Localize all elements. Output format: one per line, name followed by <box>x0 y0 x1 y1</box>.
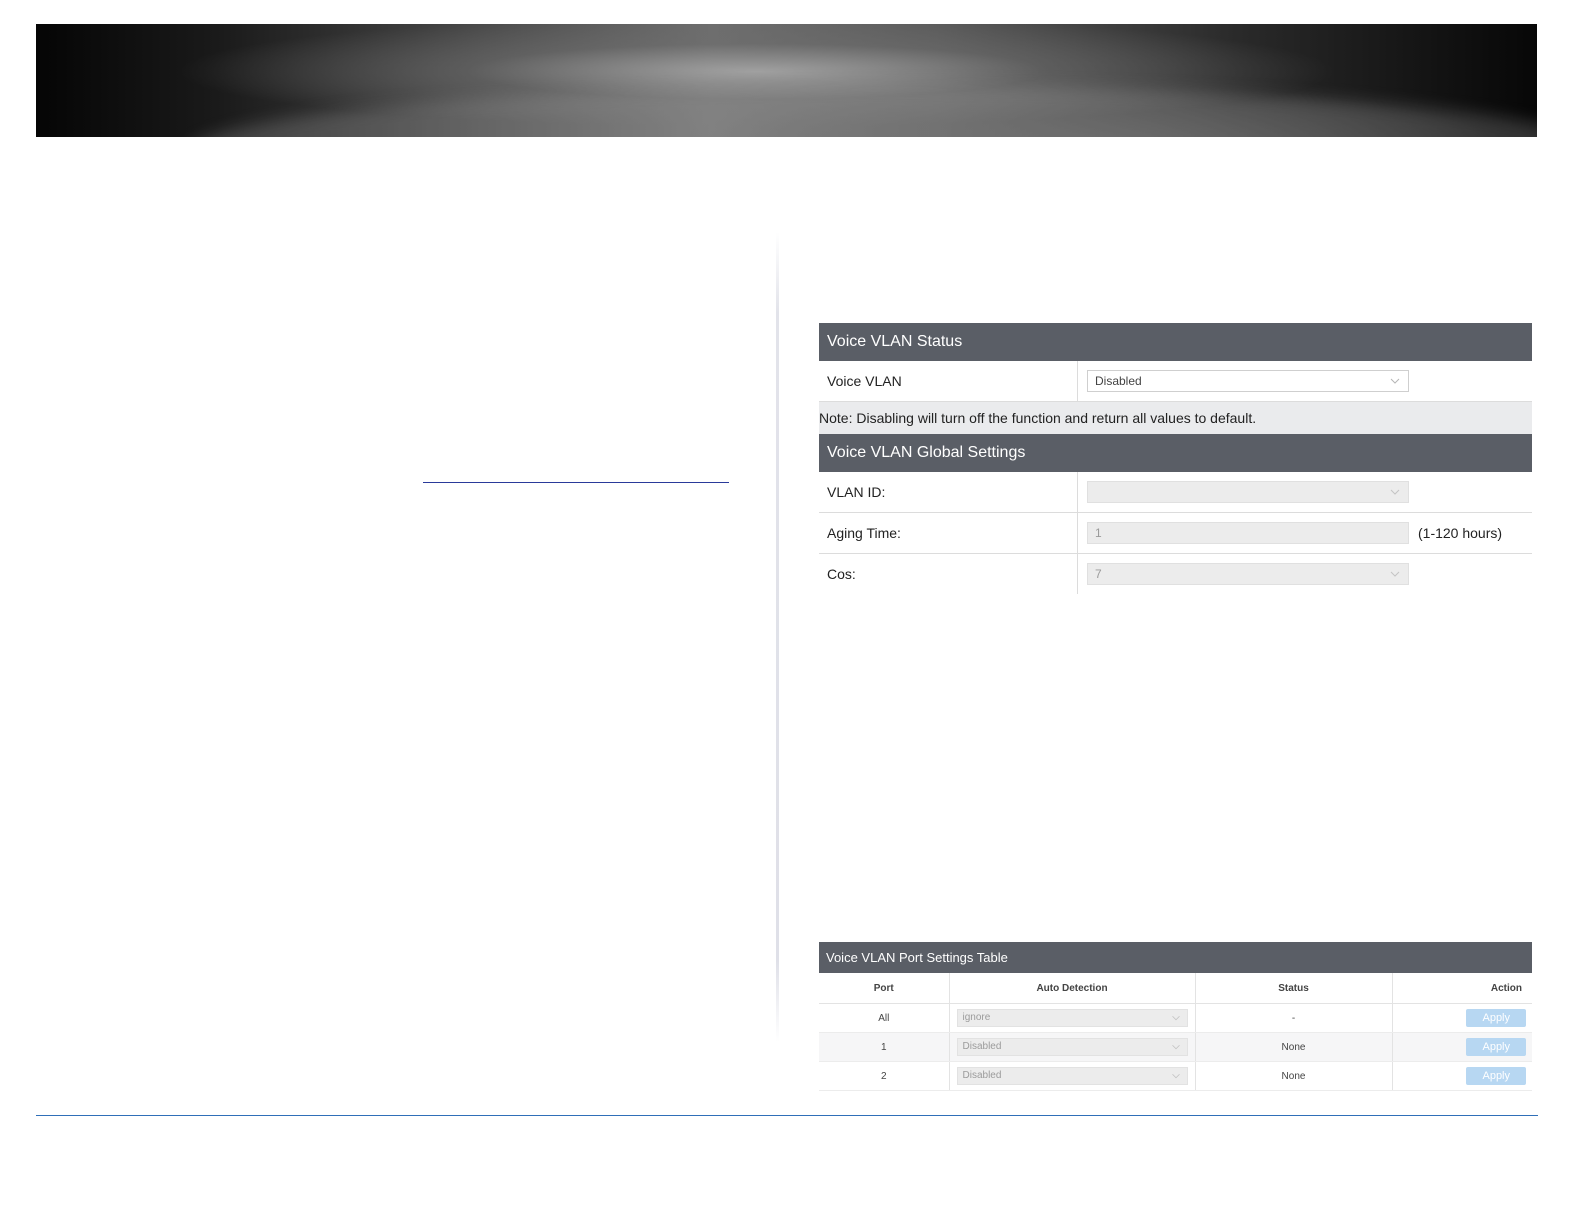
chevron-down-icon <box>1390 571 1400 577</box>
auto-detection-select[interactable]: ignore <box>956 1009 1188 1027</box>
apply-button[interactable]: Apply <box>1466 1038 1527 1056</box>
banner-sheen <box>186 86 1537 137</box>
vlan-id-row: VLAN ID: <box>819 472 1532 513</box>
aging-time-label: Aging Time: <box>827 525 901 541</box>
table-row: 1 Disabled None Apply <box>819 1032 1532 1062</box>
voice-vlan-label: Voice VLAN <box>827 373 902 389</box>
auto-detection-value: Disabled <box>962 1070 1002 1081</box>
port-cell: 2 <box>819 1061 950 1091</box>
vlan-id-label: VLAN ID: <box>827 484 886 500</box>
cos-select-value: 7 <box>1095 567 1102 581</box>
status-cell: None <box>1195 1061 1393 1091</box>
voice-vlan-settings-panel: Voice VLAN Status Voice VLAN Disabled No… <box>819 323 1532 594</box>
action-cell: Apply <box>1392 1032 1532 1062</box>
auto-detection-cell: Disabled <box>949 1032 1196 1062</box>
apply-button[interactable]: Apply <box>1466 1009 1527 1027</box>
auto-detection-cell: Disabled <box>949 1061 1196 1091</box>
column-header-auto-detection: Auto Detection <box>949 973 1196 1004</box>
auto-detection-value: ignore <box>962 1012 991 1023</box>
voice-vlan-select-value: Disabled <box>1095 374 1142 388</box>
row-divider <box>1077 513 1078 553</box>
row-divider <box>1077 472 1078 512</box>
header-banner <box>36 24 1537 137</box>
port-table-header: Voice VLAN Port Settings Table <box>819 942 1532 973</box>
voice-vlan-status-header: Voice VLAN Status <box>819 323 1532 361</box>
status-cell: None <box>1195 1032 1393 1062</box>
auto-detection-select[interactable]: Disabled <box>956 1067 1188 1085</box>
chevron-down-icon <box>1171 1044 1180 1050</box>
status-cell: - <box>1195 1003 1393 1033</box>
action-cell: Apply <box>1392 1003 1532 1033</box>
port-settings-table: Port Auto Detection Status Action All ig… <box>819 973 1532 1091</box>
port-cell: 1 <box>819 1032 950 1062</box>
table-row: All ignore - Apply <box>819 1003 1532 1033</box>
auto-detection-value: Disabled <box>962 1041 1002 1052</box>
column-header-port: Port <box>819 973 950 1004</box>
chevron-down-icon <box>1171 1015 1180 1021</box>
chevron-down-icon <box>1390 489 1400 495</box>
global-settings-header: Voice VLAN Global Settings <box>819 434 1532 472</box>
auto-detection-cell: ignore <box>949 1003 1196 1033</box>
cos-select[interactable]: 7 <box>1087 563 1409 585</box>
hyperlink-underline[interactable] <box>423 482 729 483</box>
apply-button[interactable]: Apply <box>1466 1067 1527 1085</box>
chevron-down-icon <box>1390 378 1400 384</box>
row-divider <box>1077 554 1078 594</box>
voice-vlan-row: Voice VLAN Disabled <box>819 361 1532 402</box>
table-header-row: Port Auto Detection Status Action <box>819 973 1532 1004</box>
column-divider <box>776 232 779 1042</box>
port-cell: All <box>819 1003 950 1033</box>
aging-time-input[interactable]: 1 <box>1087 522 1409 544</box>
vlan-id-select[interactable] <box>1087 481 1409 503</box>
port-settings-table-panel: Voice VLAN Port Settings Table Port Auto… <box>819 942 1532 1091</box>
aging-time-row: Aging Time: 1 (1-120 hours) <box>819 513 1532 554</box>
cos-label: Cos: <box>827 566 856 582</box>
disable-note: Note: Disabling will turn off the functi… <box>819 402 1532 434</box>
footer-rule <box>36 1115 1538 1116</box>
column-header-action: Action <box>1392 973 1532 1004</box>
aging-time-input-value: 1 <box>1095 526 1102 540</box>
action-cell: Apply <box>1392 1061 1532 1091</box>
chevron-down-icon <box>1171 1073 1180 1079</box>
column-header-status: Status <box>1195 973 1393 1004</box>
cos-row: Cos: 7 <box>819 554 1532 594</box>
table-row: 2 Disabled None Apply <box>819 1061 1532 1091</box>
auto-detection-select[interactable]: Disabled <box>956 1038 1188 1056</box>
row-divider <box>1077 361 1078 401</box>
aging-time-unit: (1-120 hours) <box>1418 525 1503 541</box>
voice-vlan-select[interactable]: Disabled <box>1087 370 1409 392</box>
